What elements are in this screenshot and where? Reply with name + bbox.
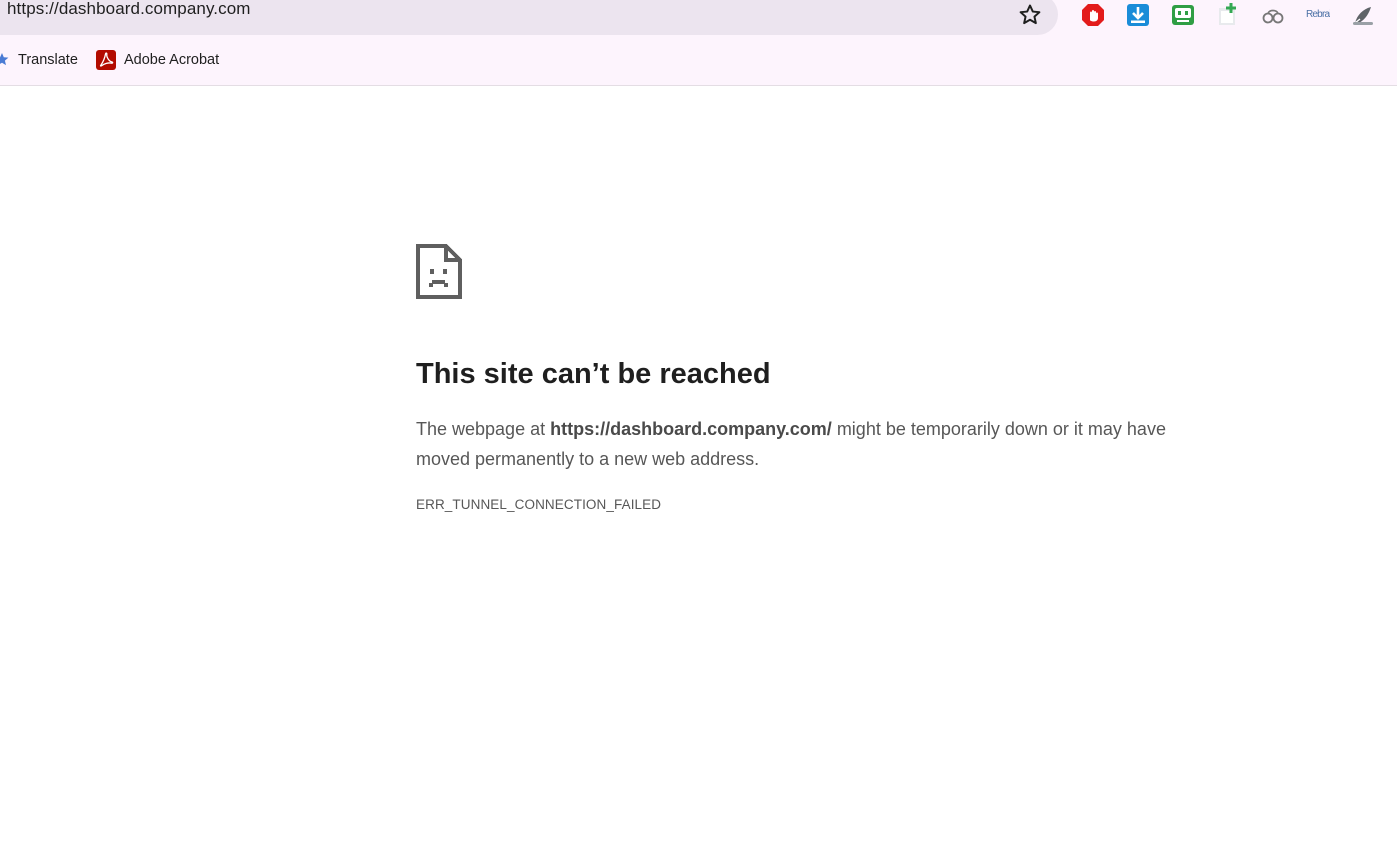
translate-icon: [0, 53, 9, 66]
text-extension-icon[interactable]: Rebrain: [1306, 3, 1330, 27]
error-description-prefix: The webpage at: [416, 419, 551, 439]
address-bar[interactable]: https://dashboard.company.com: [0, 0, 1058, 35]
bookmark-label: Adobe Acrobat: [124, 52, 220, 68]
bookmark-translate[interactable]: Translate: [0, 50, 78, 70]
bookmark-star-icon[interactable]: [1017, 2, 1043, 28]
add-extension-icon[interactable]: [1216, 3, 1240, 27]
error-description: The webpage at https://dashboard.company…: [416, 414, 1176, 474]
adobe-acrobat-icon: [96, 50, 116, 70]
browser-toolbar: https://dashboard.company.com Rebrain: [0, 0, 1397, 86]
robot-extension-icon[interactable]: [1171, 3, 1195, 27]
error-url: https://dashboard.company.com/: [550, 419, 832, 439]
error-code: ERR_TUNNEL_CONNECTION_FAILED: [416, 497, 662, 512]
download-icon[interactable]: [1126, 3, 1150, 27]
error-title: This site can’t be reached: [416, 358, 771, 390]
bookmark-adobe-acrobat[interactable]: Adobe Acrobat: [96, 50, 219, 70]
profile-extension-icon[interactable]: [1351, 3, 1375, 27]
link-extension-icon[interactable]: [1261, 3, 1285, 27]
bookmark-label: Translate: [18, 52, 78, 68]
sad-page-icon: [416, 244, 462, 299]
adblock-icon[interactable]: [1081, 3, 1105, 27]
url-text[interactable]: https://dashboard.company.com: [7, 0, 251, 19]
